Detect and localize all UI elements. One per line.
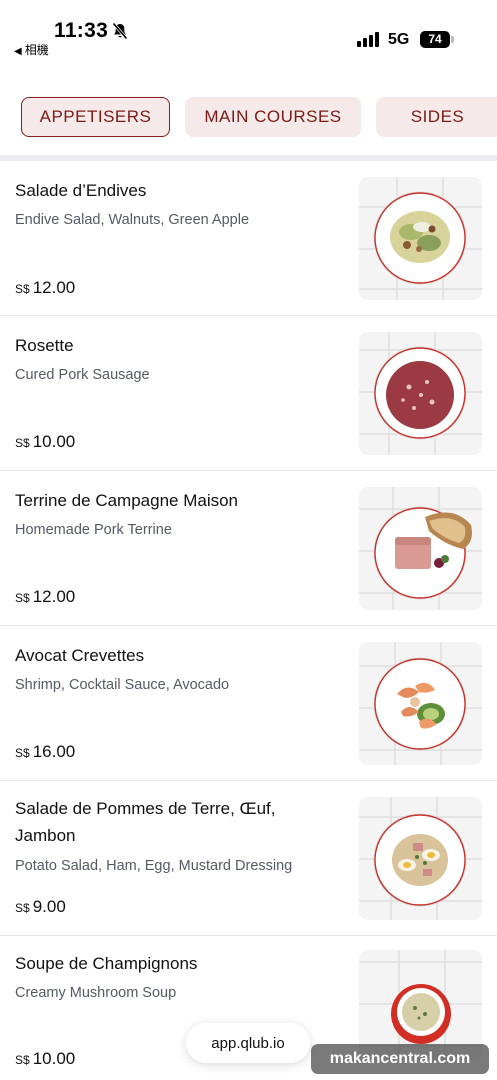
- item-description: Potato Salad, Ham, Egg, Mustard Dressing: [15, 858, 293, 874]
- item-image-endive-salad[interactable]: [359, 177, 482, 300]
- item-image-pork-terrine[interactable]: [359, 487, 482, 610]
- tab-sides[interactable]: SIDES: [376, 97, 497, 137]
- item-price: S$ 9.00: [15, 897, 66, 916]
- item-price: S$ 16.00: [15, 742, 76, 761]
- back-to-app-link[interactable]: ◀ 相機: [14, 41, 49, 58]
- item-name: Avocat Crevettes: [15, 646, 145, 665]
- item-description: Shrimp, Cocktail Sauce, Avocado: [15, 677, 230, 693]
- battery-cap: [451, 36, 454, 43]
- item-image-potato-salad[interactable]: [359, 797, 482, 920]
- back-arrow-icon: ◀: [14, 46, 22, 57]
- item-name: Terrine de Campagne Maison: [15, 491, 239, 510]
- menu-item-salade-pommes[interactable]: Salade de Pommes de Terre, Œuf, Jambon P…: [0, 781, 497, 936]
- item-description: Creamy Mushroom Soup: [15, 985, 177, 1001]
- item-description: Cured Pork Sausage: [15, 367, 150, 383]
- tab-appetisers[interactable]: APPETISERS: [21, 97, 170, 137]
- back-app-label: 相機: [24, 43, 49, 57]
- signal-icon: [357, 32, 381, 47]
- battery-icon: 74: [420, 31, 450, 48]
- item-name: Soupe de Champignons: [15, 954, 198, 973]
- item-name: Rosette: [15, 336, 74, 355]
- item-image-cured-sausage[interactable]: [359, 332, 482, 455]
- status-time: 11:33: [54, 19, 109, 42]
- item-image-shrimp-avocado[interactable]: [359, 642, 482, 765]
- status-bar: 11:33 ◀ 相機 5G 74: [0, 0, 497, 62]
- menu-item-terrine[interactable]: Terrine de Campagne Maison Homemade Pork…: [0, 471, 497, 626]
- item-price: S$ 10.00: [15, 432, 76, 451]
- item-description: Endive Salad, Walnuts, Green Apple: [15, 212, 250, 228]
- network-type: 5G: [388, 31, 410, 48]
- menu-item-salade-endives[interactable]: Salade d’Endives Endive Salad, Walnuts, …: [0, 161, 497, 316]
- item-name: Salade de Pommes de Terre, Œuf, Jambon: [15, 799, 276, 845]
- item-name: Salade d’Endives: [15, 181, 147, 200]
- menu-item-avocat-crevettes[interactable]: Avocat Crevettes Shrimp, Cocktail Sauce,…: [0, 626, 497, 781]
- item-description: Homemade Pork Terrine: [15, 522, 172, 538]
- item-price: S$ 10.00: [15, 1049, 76, 1068]
- item-price: S$ 12.00: [15, 278, 76, 297]
- category-tabs: APPETISERS MAIN COURSES SIDES: [0, 97, 497, 137]
- url-bar[interactable]: app.qlub.io: [186, 1023, 310, 1063]
- tab-main-courses[interactable]: MAIN COURSES: [185, 97, 361, 137]
- watermark: makancentral.com: [311, 1044, 489, 1074]
- item-price: S$ 12.00: [15, 587, 76, 606]
- bell-slash-icon: [112, 22, 128, 40]
- menu-item-rosette[interactable]: Rosette Cured Pork Sausage S$ 10.00: [0, 316, 497, 471]
